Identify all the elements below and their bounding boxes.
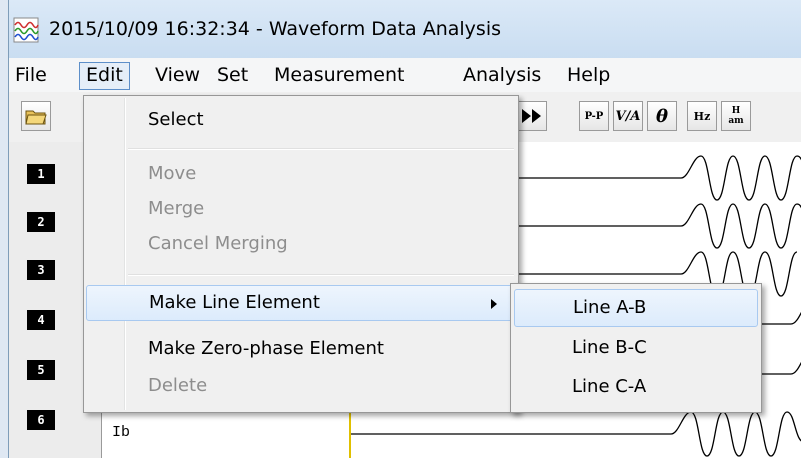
fast-forward-icon[interactable] xyxy=(517,101,547,131)
menu-item-label: Cancel Merging xyxy=(148,233,288,254)
menu-bar: File Edit View Set Measurement Analysis … xyxy=(9,58,801,93)
submenu-item-line-a-b[interactable]: Line A-B xyxy=(514,289,758,327)
signal-name-ch6[interactable]: Ib xyxy=(112,424,130,441)
menu-help[interactable]: Help xyxy=(561,62,616,88)
submenu-item-label: Line B-C xyxy=(572,337,647,358)
channel-badge[interactable]: 6 xyxy=(27,410,55,430)
menu-separator xyxy=(128,148,514,150)
submenu-item-label: Line A-B xyxy=(573,297,647,318)
channel-badge[interactable]: 1 xyxy=(27,164,55,184)
menu-file[interactable]: File xyxy=(9,62,53,88)
menu-item-label: Move xyxy=(148,163,197,184)
submenu-item-line-b-c[interactable]: Line B-C xyxy=(514,329,758,367)
menu-item-make-zero-phase-element[interactable]: Make Zero-phase Element xyxy=(86,331,516,367)
menu-edit[interactable]: Edit xyxy=(79,62,130,90)
channel-badge[interactable]: 4 xyxy=(27,310,55,330)
menu-item-move[interactable]: Move xyxy=(86,156,516,192)
menu-item-label: Make Line Element xyxy=(149,292,320,313)
theta-icon[interactable]: θ xyxy=(647,101,677,131)
v-a-icon[interactable]: V/A xyxy=(613,101,643,131)
harmonic-icon[interactable]: Ham xyxy=(721,101,751,131)
menu-item-make-line-element[interactable]: Make Line Element xyxy=(86,285,516,321)
edit-dropdown-menu: Select Move Merge Cancel Merging Make Li… xyxy=(83,95,519,413)
menu-item-merge[interactable]: Merge xyxy=(86,191,516,227)
menu-item-label: Delete xyxy=(148,375,208,396)
line-element-submenu: Line A-B Line B-C Line C-A xyxy=(510,283,762,413)
hz-icon[interactable]: Hz xyxy=(687,101,717,131)
channel-badge[interactable]: 5 xyxy=(27,360,55,380)
menu-set[interactable]: Set xyxy=(211,62,254,88)
submenu-arrow-icon xyxy=(491,299,497,309)
menu-analysis[interactable]: Analysis xyxy=(457,62,547,88)
menu-item-label: Merge xyxy=(148,198,205,219)
submenu-item-line-c-a[interactable]: Line C-A xyxy=(514,368,758,406)
menu-item-label: Make Zero-phase Element xyxy=(148,338,384,359)
menu-item-delete[interactable]: Delete xyxy=(86,368,516,404)
waveform-app-icon xyxy=(13,17,39,43)
channel-badge[interactable]: 3 xyxy=(27,260,55,280)
menu-item-label: Select xyxy=(148,109,204,130)
menu-separator xyxy=(128,274,514,276)
waveform-trace xyxy=(351,411,801,457)
menu-item-cancel-merging[interactable]: Cancel Merging xyxy=(86,226,516,262)
submenu-item-label: Line C-A xyxy=(572,376,647,397)
open-folder-icon[interactable] xyxy=(21,101,51,131)
window-title: 2015/10/09 16:32:34 - Waveform Data Anal… xyxy=(49,18,501,40)
peak-to-peak-icon[interactable]: P-P xyxy=(579,101,609,131)
menu-measurement[interactable]: Measurement xyxy=(268,62,410,88)
menu-view[interactable]: View xyxy=(149,62,206,88)
channel-badge[interactable]: 2 xyxy=(27,212,55,232)
title-bar: 2015/10/09 16:32:34 - Waveform Data Anal… xyxy=(9,0,801,58)
menu-item-select[interactable]: Select xyxy=(86,102,516,138)
